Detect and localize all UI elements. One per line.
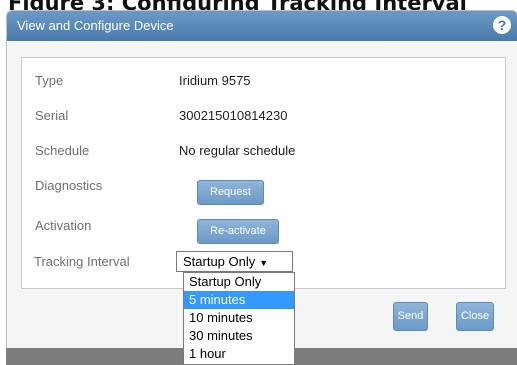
dialog-header: View and Configure Device ? bbox=[7, 11, 517, 41]
tracking-interval-dropdown: Startup Only 5 minutes 10 minutes 30 min… bbox=[183, 272, 295, 365]
type-value: Iridium 9575 bbox=[179, 73, 251, 88]
activation-label: Activation bbox=[35, 218, 92, 233]
dropdown-option-startup-only[interactable]: Startup Only bbox=[184, 273, 294, 291]
chevron-down-icon: ▼ bbox=[259, 258, 269, 268]
schedule-value: No regular schedule bbox=[179, 143, 296, 158]
request-button[interactable]: Request bbox=[197, 180, 264, 205]
schedule-label: Schedule bbox=[35, 143, 90, 158]
tracking-interval-select[interactable]: Startup Only ▼ bbox=[176, 251, 293, 272]
reactivate-button[interactable]: Re-activate bbox=[197, 219, 279, 244]
tracking-interval-label: Tracking Interval bbox=[34, 254, 130, 269]
dropdown-option-30-minutes[interactable]: 30 minutes bbox=[184, 327, 294, 345]
send-button[interactable]: Send bbox=[393, 302, 428, 331]
dropdown-option-1-hour[interactable]: 1 hour bbox=[184, 345, 294, 363]
select-current-value: Startup Only bbox=[183, 254, 256, 269]
diagnostics-label: Diagnostics bbox=[35, 178, 103, 193]
dropdown-option-10-minutes[interactable]: 10 minutes bbox=[184, 309, 294, 327]
help-icon[interactable]: ? bbox=[493, 16, 511, 34]
type-label: Type bbox=[35, 73, 64, 88]
dialog-title: View and Configure Device bbox=[17, 18, 174, 33]
close-button[interactable]: Close bbox=[456, 302, 494, 331]
serial-value: 300215010814230 bbox=[179, 108, 288, 123]
dropdown-option-5-minutes[interactable]: 5 minutes bbox=[184, 291, 294, 309]
serial-label: Serial bbox=[35, 108, 69, 123]
